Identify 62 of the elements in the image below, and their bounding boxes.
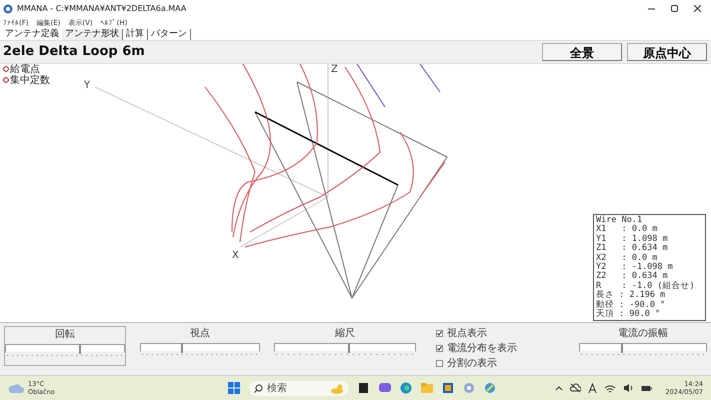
- duck-icon: [330, 382, 344, 394]
- view-button[interactable]: 全景: [542, 42, 622, 61]
- search-icon: [254, 384, 263, 393]
- info-line: Y1 : 1.098 m: [596, 234, 669, 244]
- legend-label: 給電点: [10, 64, 40, 75]
- info-line: X1 : 0.0 m: [596, 225, 658, 234]
- checkbox-label[interactable]: 視点表示: [447, 326, 487, 340]
- legend-label: 集中定数: [10, 74, 50, 86]
- close-icon[interactable]: [694, 5, 701, 12]
- slider-thumb[interactable]: [620, 343, 623, 354]
- info-line: Y2 : -1.098 m: [596, 262, 674, 272]
- slider-label: 縮尺: [335, 326, 355, 340]
- cloud-icon: [8, 382, 24, 394]
- axis-label: Y: [84, 80, 90, 91]
- chat-icon[interactable]: [379, 382, 391, 394]
- app-icon: [3, 4, 13, 14]
- browser-icon[interactable]: [400, 382, 412, 394]
- checkbox[interactable]: [436, 330, 443, 337]
- info-line: Z1 : 0.634 m: [596, 244, 669, 254]
- slider-track[interactable]: [579, 343, 707, 352]
- view-button[interactable]: 原点中心: [627, 42, 707, 61]
- axis-label: X: [232, 250, 239, 261]
- app-icon[interactable]: [484, 382, 496, 394]
- slider-track[interactable]: [5, 344, 125, 354]
- slider-label: 電流の振幅: [618, 326, 668, 340]
- checkbox-label[interactable]: 電流分布を表示: [447, 341, 517, 356]
- slider-track[interactable]: [274, 343, 416, 352]
- info-line: R : -1.0 (組合せ): [596, 282, 696, 291]
- tab[interactable]: アンテナ定義: [2, 29, 62, 40]
- tab[interactable]: パターン: [148, 29, 191, 40]
- app-icon[interactable]: [463, 382, 475, 394]
- cloud-icon[interactable]: [570, 383, 581, 394]
- slider-label: 回転: [55, 328, 75, 342]
- maximize-icon[interactable]: [671, 5, 678, 12]
- search-field[interactable]: 検索: [249, 380, 349, 396]
- tab[interactable]: 計算: [123, 29, 148, 40]
- info-line: Wire No.1: [596, 216, 642, 225]
- store-icon[interactable]: [442, 382, 454, 394]
- antenna-title: 2ele Delta Loop 6m: [3, 44, 146, 60]
- tab[interactable]: アンテナ形状: [62, 29, 123, 40]
- info-line: X2 : 0.0 m: [596, 254, 658, 263]
- slider-thumb[interactable]: [348, 343, 350, 354]
- slider-thumb[interactable]: [79, 344, 82, 354]
- wifi-icon[interactable]: [604, 384, 616, 393]
- slider-label: 視点: [190, 326, 210, 340]
- info-line: 長さ : 2.196 m: [596, 291, 666, 300]
- slider-thumb[interactable]: [181, 343, 184, 354]
- info-line: 動径 : -90.0 °: [596, 300, 666, 310]
- font-icon[interactable]: [588, 383, 597, 394]
- checkbox-label[interactable]: 分割の表示: [447, 356, 497, 370]
- chevron-icon[interactable]: [554, 384, 563, 392]
- axis-label: Z: [331, 64, 338, 75]
- task-view-icon[interactable]: [358, 382, 370, 394]
- speaker-icon[interactable]: [622, 383, 634, 394]
- battery-icon[interactable]: [640, 384, 653, 393]
- slider-track[interactable]: [140, 343, 260, 352]
- info-line: 天頂 : 90.0 °: [596, 310, 662, 320]
- info-line: Z2 : 0.634 m: [596, 272, 669, 282]
- checkbox[interactable]: [436, 344, 443, 352]
- start-icon[interactable]: [228, 382, 240, 394]
- checkbox[interactable]: [436, 360, 443, 367]
- window-title: MMANA - C:¥MMANA¥ANT¥2DELTA6a.MAA: [17, 4, 188, 13]
